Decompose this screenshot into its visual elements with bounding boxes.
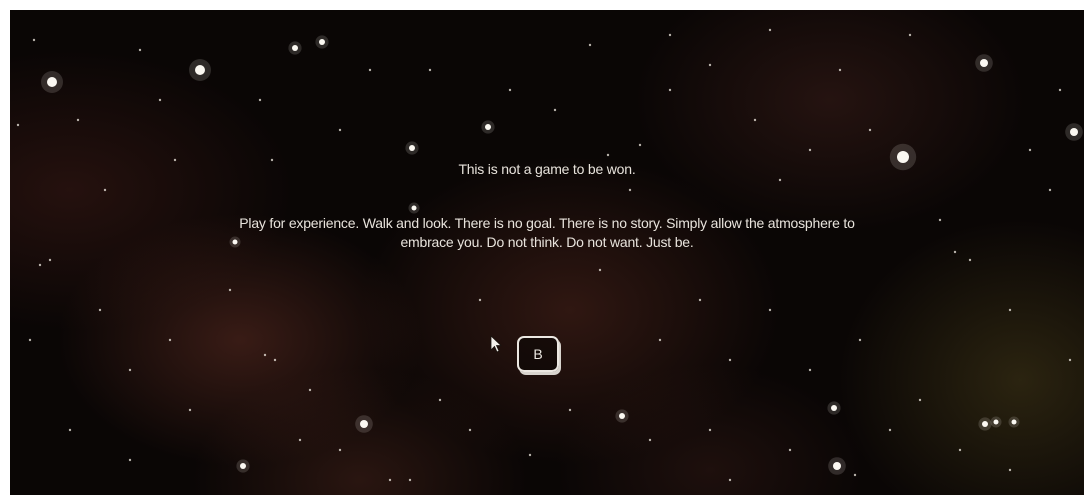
cursor-icon — [490, 335, 503, 353]
message-body: Play for experience. Walk and look. Ther… — [147, 214, 947, 252]
key-prompt-label: B — [533, 346, 543, 362]
message-title: This is not a game to be won. — [458, 161, 636, 177]
message-body-line-2: embrace you. Do not think. Do not want. … — [400, 234, 694, 250]
starfield — [16, 28, 1083, 482]
message-body-line-1: Play for experience. Walk and look. Ther… — [239, 215, 855, 231]
key-prompt-button[interactable]: B — [517, 336, 559, 372]
game-viewport: This is not a game to be won. Play for e… — [10, 10, 1084, 495]
